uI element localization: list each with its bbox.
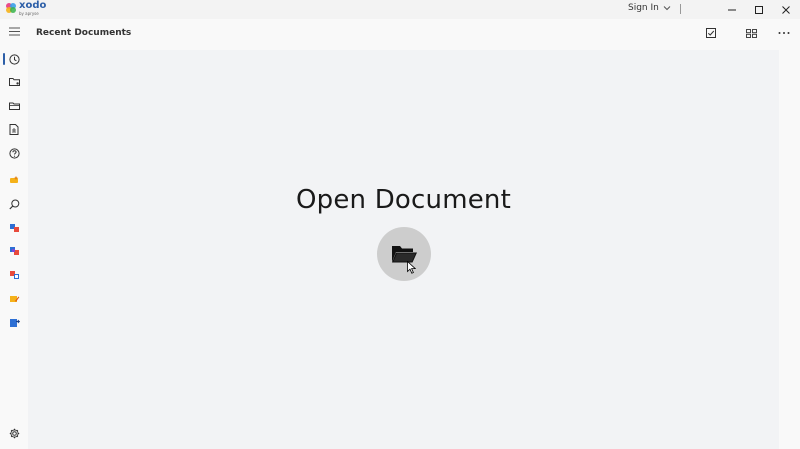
open-folder-icon — [8, 102, 20, 110]
minimize-icon — [728, 9, 736, 10]
rail-item-tool-5[interactable] — [3, 289, 25, 309]
rail-item-document[interactable] — [3, 119, 25, 139]
close-icon — [782, 5, 790, 14]
question-icon — [8, 147, 20, 159]
sign-in-label: Sign In — [628, 3, 659, 13]
app-name: xodo — [19, 0, 47, 11]
open-document-heading: Open Document — [295, 185, 511, 215]
titlebar-divider — [680, 4, 681, 14]
rail-item-tool-2[interactable] — [3, 218, 25, 238]
rail-item-settings[interactable] — [3, 423, 25, 443]
rail-item-tool-3[interactable] — [3, 241, 25, 261]
page-title: Recent Documents — [36, 28, 132, 38]
export-icon — [9, 319, 20, 327]
rail-item-folder[interactable] — [3, 72, 25, 92]
merge-icon — [9, 247, 19, 255]
rail-item-files[interactable] — [3, 96, 25, 116]
rail-item-recent[interactable] — [3, 49, 25, 69]
folder-icon — [8, 78, 20, 86]
hamburger-icon — [8, 27, 20, 35]
compress-icon — [9, 271, 19, 279]
hamburger-menu-button[interactable] — [3, 21, 25, 41]
document-icon — [9, 123, 19, 135]
grid-view-button[interactable] — [741, 24, 761, 42]
rail-item-tool-4[interactable] — [3, 265, 25, 285]
sign-in-button[interactable]: Sign In — [628, 3, 671, 13]
minimize-button[interactable] — [719, 0, 745, 19]
rail-item-help[interactable] — [3, 143, 25, 163]
scrollbar-track[interactable] — [779, 50, 800, 449]
xodo-logo-icon — [6, 3, 16, 13]
more-options-button[interactable] — [774, 24, 794, 42]
app-logo: xodo by apryse — [5, 0, 55, 18]
recent-documents-pane: Open Document — [28, 50, 779, 449]
sparkle-icon — [9, 176, 18, 183]
clock-icon — [8, 53, 20, 65]
select-button[interactable] — [701, 24, 721, 42]
chevron-down-icon — [663, 6, 671, 11]
rail-item-search[interactable] — [3, 194, 25, 214]
maximize-button[interactable] — [746, 0, 772, 19]
edit-icon — [9, 296, 19, 302]
navigation-rail — [0, 19, 28, 449]
gear-icon — [9, 428, 19, 438]
close-button[interactable] — [773, 0, 799, 19]
maximize-icon — [755, 5, 763, 14]
open-document-button[interactable] — [377, 227, 431, 281]
rail-item-tool-1[interactable] — [3, 170, 25, 190]
title-bar: xodo by apryse Sign In — [0, 0, 800, 19]
grid-view-icon — [745, 28, 757, 38]
search-icon — [8, 199, 19, 209]
rail-item-tool-6[interactable] — [3, 313, 25, 333]
mouse-cursor-icon — [407, 261, 416, 274]
app-byline: by apryse — [19, 11, 39, 16]
checkbox-icon — [706, 28, 716, 38]
convert-icon — [9, 224, 19, 232]
more-horizontal-icon — [778, 32, 790, 34]
